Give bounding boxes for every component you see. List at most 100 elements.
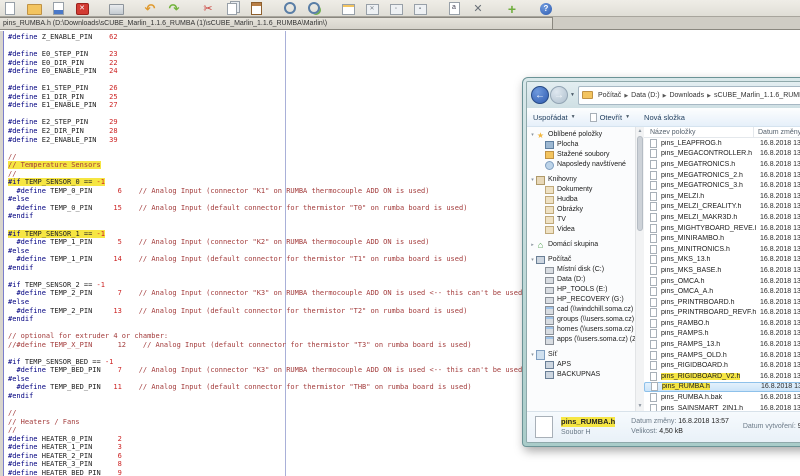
expander-icon[interactable]: ▾ [529, 130, 536, 140]
close-file-icon[interactable] [74, 2, 90, 15]
file-row-pins-rigidboard-v2-h[interactable]: pins_RIGIDBOARD_V2.h16.8.2018 13:57 [644, 371, 800, 382]
star-icon [536, 131, 545, 140]
sidebar-item-naposledy-nav-t-ven-[interactable]: Naposledy navštívené [527, 160, 635, 170]
file-date: 16.8.2018 13:57 [756, 373, 800, 380]
sidebar-item-obl-ben-polo-ky[interactable]: ▾Oblíbené položky [527, 130, 635, 140]
add-plugin-icon[interactable] [504, 2, 520, 15]
breadcrumb-segment[interactable]: Downloads [667, 92, 706, 99]
file-row-pins-leapfrog-h[interactable]: pins_LEAPFROG.h16.8.2018 13:57 [644, 138, 800, 149]
expander-icon[interactable]: ▾ [529, 255, 536, 265]
file-row-pins-printrboard-revf-h[interactable]: pins_PRINTRBOARD_REVF.h16.8.2018 13:57 [644, 308, 800, 319]
sidebar-item-hp-recovery-g-[interactable]: HP_RECOVERY (G:) [527, 295, 635, 305]
file-tab[interactable]: pins_RUMBA.h (D:\Downloads\sCUBE_Marlin_… [0, 17, 553, 30]
column-header-name[interactable]: Název položky [644, 127, 754, 137]
breadcrumb-segment[interactable]: sCUBE_Marlin_1.1.6_RUMBA (1) [712, 92, 800, 99]
sidebar-item-hudba[interactable]: Hudba [527, 195, 635, 205]
sidebar-item-videa[interactable]: Videa [527, 225, 635, 235]
file-row-pins-omca-h[interactable]: pins_OMCA.h16.8.2018 13:57 [644, 276, 800, 287]
open-file-icon[interactable] [26, 2, 42, 15]
cut-icon[interactable] [200, 2, 216, 15]
sidebar-item-dokumenty[interactable]: Dokumenty [527, 185, 635, 195]
sidebar-item-plocha[interactable]: Plocha [527, 140, 635, 150]
file-row-pins-omca-a-h[interactable]: pins_OMCA_A.h16.8.2018 13:57 [644, 286, 800, 297]
file-row-pins-rambo-h[interactable]: pins_RAMBO.h16.8.2018 13:57 [644, 318, 800, 329]
new-file-icon[interactable] [2, 2, 18, 15]
sidebar-item-knihovny[interactable]: ▾Knihovny [527, 175, 635, 185]
minimize-window-icon[interactable] [388, 2, 404, 15]
file-row-pins-minitronics-h[interactable]: pins_MINITRONICS.h16.8.2018 13:57 [644, 244, 800, 255]
sidebar-item-s-[interactable]: ▾Síť [527, 350, 635, 360]
breadcrumb-segment[interactable]: Data (D:) [629, 92, 661, 99]
column-headers: Název položky Datum změny [644, 127, 800, 138]
details-size-value: 4,50 kB [659, 428, 683, 435]
sidebar-item-homes-users-soma-cz-[interactable]: homes (\\users.soma.cz) [527, 325, 635, 335]
redo-icon[interactable] [166, 2, 182, 15]
file-row-pins-melzi-creality-h[interactable]: pins_MELZI_CREALITY.h16.8.2018 13:57 [644, 202, 800, 213]
sidebar-item-cad-windchill-soma-cz-[interactable]: cad (\\windchill.soma.cz) [527, 305, 635, 315]
sidebar-item-apps-users-soma-cz-z[interactable]: apps (\\users.soma.cz) (Z [527, 335, 635, 345]
file-row-pins-rumba-h[interactable]: pins_RUMBA.h16.8.2018 13:57 [644, 382, 800, 393]
sidebar-item-backupnas[interactable]: BACKUPNAS [527, 370, 635, 380]
scroll-up-icon[interactable]: ▲ [636, 127, 644, 136]
address-bar[interactable]: Počítač▶Data (D:)▶Downloads▶sCUBE_Marlin… [578, 86, 800, 105]
file-row-pins-mks-13-h[interactable]: pins_MKS_13.h16.8.2018 13:57 [644, 255, 800, 266]
command-uspo-dat[interactable]: Uspořádat▼ [533, 113, 576, 122]
close-window-icon[interactable] [364, 2, 380, 15]
sidebar-item-aps[interactable]: APS [527, 360, 635, 370]
file-row-pins-megatronics-h[interactable]: pins_MEGATRONICS.h16.8.2018 13:57 [644, 159, 800, 170]
back-button[interactable]: ← [531, 86, 549, 104]
sidebar-item-dom-c-skupina[interactable]: ▸Domácí skupina [527, 240, 635, 250]
file-row-pins-printrboard-h[interactable]: pins_PRINTRBOARD.h16.8.2018 13:57 [644, 297, 800, 308]
file-row-pins-melzi-makr3d-h[interactable]: pins_MELZI_MAKR3D.h16.8.2018 13:57 [644, 212, 800, 223]
expander-icon[interactable]: ▸ [529, 240, 536, 250]
file-row-pins-ramps-old-h[interactable]: pins_RAMPS_OLD.h16.8.2018 13:57 [644, 350, 800, 361]
sidebar-item-tv[interactable]: TV [527, 215, 635, 225]
file-row-pins-ramps-13-h[interactable]: pins_RAMPS_13.h16.8.2018 13:57 [644, 339, 800, 350]
file-row-pins-megatronics-2-h[interactable]: pins_MEGATRONICS_2.h16.8.2018 13:57 [644, 170, 800, 181]
expander-icon[interactable]: ▾ [529, 175, 536, 185]
file-row-pins-mks-base-h[interactable]: pins_MKS_BASE.h16.8.2018 13:57 [644, 265, 800, 276]
help-icon[interactable] [538, 2, 554, 15]
file-row-pins-mightyboard-reve-h[interactable]: pins_MIGHTYBOARD_REVE.h16.8.2018 13:57 [644, 223, 800, 234]
tree-scrollbar[interactable]: ▲ ▼ [635, 127, 644, 411]
file-row-pins-rigidboard-h[interactable]: pins_RIGIDBOARD.h16.8.2018 13:57 [644, 360, 800, 371]
expander-icon[interactable]: ▾ [529, 350, 536, 360]
scroll-down-icon[interactable]: ▼ [636, 402, 644, 411]
sidebar-item-po-ta-[interactable]: ▾Počítač [527, 255, 635, 265]
command-otev-t[interactable]: Otevřít▼ [590, 113, 630, 122]
new-project-icon[interactable] [340, 2, 356, 15]
file-row-pins-melzi-h[interactable]: pins_MELZI.h16.8.2018 13:57 [644, 191, 800, 202]
file-date: 16.8.2018 13:57 [756, 161, 800, 168]
command-nov-slo-ka[interactable]: Nová složka [644, 113, 685, 122]
column-header-date[interactable]: Datum změny [754, 127, 800, 137]
file-row-pins-sainsmart-2in1-h[interactable]: pins_SAINSMART_2IN1.h16.8.2018 13:57 [644, 403, 800, 411]
history-dropdown-icon[interactable]: ▼ [570, 92, 575, 98]
sidebar-item-data-d-[interactable]: Data (D:) [527, 275, 635, 285]
sidebar-item-m-stn-disk-c-[interactable]: Místní disk (C:) [527, 265, 635, 275]
code-explorer-icon[interactable] [446, 2, 462, 15]
file-row-pins-ramps-h[interactable]: pins_RAMPS.h16.8.2018 13:57 [644, 329, 800, 340]
file-row-pins-rumba-h-bak[interactable]: pins_RUMBA.h.bak16.8.2018 13:57 [644, 392, 800, 403]
search-icon[interactable] [282, 2, 298, 15]
computer-icon [536, 256, 545, 265]
save-file-icon[interactable] [50, 2, 66, 15]
sidebar-item-sta-en-soubory[interactable]: Stažené soubory [527, 150, 635, 160]
restore-window-icon[interactable] [412, 2, 428, 15]
undo-icon[interactable] [142, 2, 158, 15]
settings-icon[interactable] [470, 2, 486, 15]
print-icon[interactable] [108, 2, 124, 15]
code-line [8, 42, 800, 51]
paste-icon[interactable] [248, 2, 264, 15]
scrollbar-thumb[interactable] [637, 136, 643, 231]
sidebar-item-obr-zky[interactable]: Obrázky [527, 205, 635, 215]
breadcrumb-segment[interactable]: Počítač [596, 92, 623, 99]
explorer-window[interactable]: ← → ▼ Počítač▶Data (D:)▶Downloads▶sCUBE_… [522, 77, 800, 447]
copy-icon[interactable] [224, 2, 240, 15]
file-row-pins-megacontroller-h[interactable]: pins_MEGACONTROLLER.h16.8.2018 13:57 [644, 149, 800, 160]
sidebar-item-groups-users-soma-cz-[interactable]: groups (\\users.soma.cz) [527, 315, 635, 325]
sidebar-item-hp-tools-e-[interactable]: HP_TOOLS (E:) [527, 285, 635, 295]
forward-button[interactable]: → [550, 86, 568, 104]
search-replace-icon[interactable] [306, 2, 322, 15]
file-row-pins-megatronics-3-h[interactable]: pins_MEGATRONICS_3.h16.8.2018 13:57 [644, 180, 800, 191]
file-row-pins-minirambo-h[interactable]: pins_MINIRAMBO.h16.8.2018 13:57 [644, 233, 800, 244]
